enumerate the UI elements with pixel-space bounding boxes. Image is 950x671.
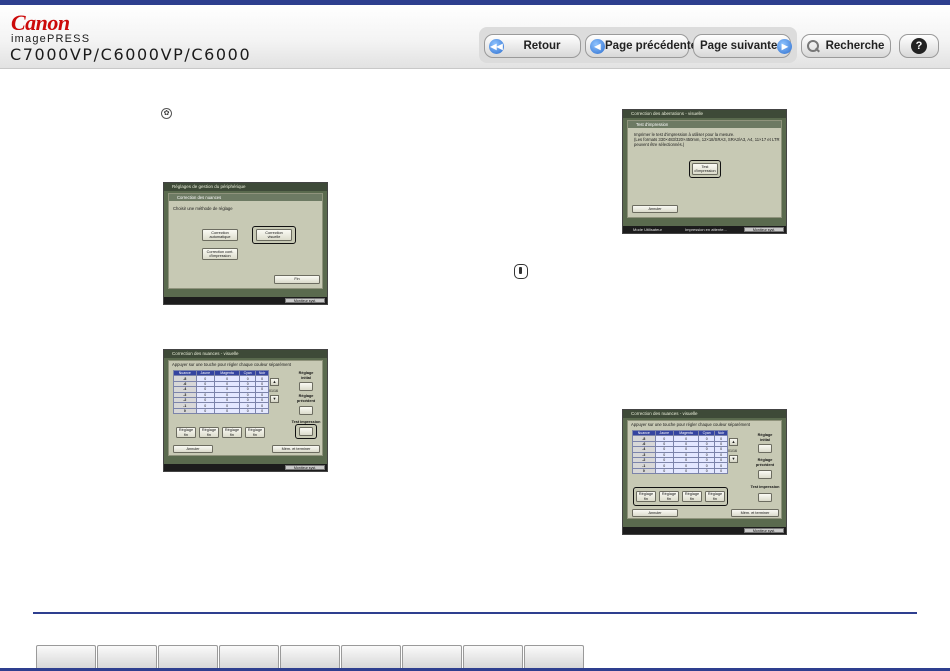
search-label: Recherche bbox=[825, 40, 885, 52]
fine-adjust-cyan-button[interactable]: Réglage fin bbox=[222, 427, 242, 438]
highlight-frame bbox=[295, 424, 317, 439]
row-label: 0 bbox=[173, 407, 197, 415]
dialog-prompt: Appuyer sur une touche pour régler chaqu… bbox=[172, 362, 291, 367]
scroll-up-button[interactable]: ▲ bbox=[270, 378, 279, 386]
status-message: Impression en attente... bbox=[685, 227, 727, 232]
magnifier-icon bbox=[806, 39, 820, 53]
right-arrow-icon: ▶ bbox=[777, 38, 793, 54]
test-print-label: Test impression bbox=[750, 485, 780, 489]
continuous-correction-button[interactable]: Correction cont. d'impression bbox=[202, 248, 238, 260]
test-print-button[interactable] bbox=[758, 493, 772, 502]
table-row: 0 0 0 0 0 bbox=[632, 467, 728, 475]
dialog-panel: Test d'impression Imprimer le test d'imp… bbox=[627, 120, 782, 218]
left-arrow-icon: ◀ bbox=[590, 38, 605, 54]
scroll-up-button[interactable]: ▲ bbox=[729, 438, 738, 446]
next-page-label: Page suivante bbox=[700, 40, 778, 52]
fine-adjust-yellow-button[interactable]: Réglage fin bbox=[176, 427, 196, 438]
chapter-tab[interactable] bbox=[97, 645, 157, 669]
previous-page-button[interactable]: ◀ Page précédente bbox=[585, 34, 697, 58]
adjustment-table: Nuance Jaune Magenta Cyan Noir -8 0 0 0 … bbox=[632, 429, 728, 475]
chapter-tab[interactable] bbox=[524, 645, 584, 669]
highlight-frame bbox=[633, 487, 728, 506]
search-button[interactable]: Recherche bbox=[801, 34, 891, 58]
chapter-tab[interactable] bbox=[36, 645, 96, 669]
footer-divider bbox=[33, 612, 917, 614]
system-monitor-button[interactable]: Moniteur syst. bbox=[285, 298, 325, 303]
system-monitor-button[interactable]: Moniteur syst. bbox=[744, 528, 784, 533]
manual-page: Canon imagePRESS C7000VP/C6000VP/C6000 ◀… bbox=[0, 0, 950, 671]
important-icon bbox=[514, 264, 528, 279]
table-cell: 0 bbox=[255, 407, 269, 415]
done-button[interactable]: Fin bbox=[274, 275, 320, 284]
row-label: 0 bbox=[632, 467, 656, 475]
screenshot-visual-correction-fine: Correction des nuances - visuelle Appuye… bbox=[622, 409, 787, 535]
previous-page-label: Page précédente bbox=[605, 40, 698, 52]
dialog-title: Test d'impression bbox=[628, 121, 781, 128]
dialog-prompt: Appuyer sur une touche pour régler chaqu… bbox=[631, 422, 750, 427]
cancel-button[interactable]: Annuler bbox=[632, 509, 678, 517]
status-mode: Mode Utilisateur bbox=[633, 227, 662, 232]
double-left-arrow-icon: ◀◀ bbox=[489, 38, 504, 54]
back-button[interactable]: ◀◀ Retour bbox=[484, 34, 581, 58]
initial-setting-label: Réglage initial bbox=[298, 371, 314, 380]
adjustment-table: Nuance Jaune Magenta Cyan Noir -8 0 0 0 … bbox=[173, 369, 269, 415]
model-names: C7000VP/C6000VP/C6000 bbox=[10, 45, 252, 64]
table-cell: 0 bbox=[672, 467, 700, 475]
chapter-tab[interactable] bbox=[463, 645, 523, 669]
screen-title: Réglages de gestion du périphérique bbox=[164, 183, 327, 191]
previous-setting-label: Réglage précédent bbox=[755, 458, 775, 467]
cancel-button[interactable]: Annuler bbox=[632, 205, 678, 213]
initial-setting-button[interactable] bbox=[758, 444, 772, 453]
table-cell: 0 bbox=[698, 467, 716, 475]
screenshot-shade-correction-menu: Réglages de gestion du périphérique Corr… bbox=[163, 182, 328, 305]
settings-note-icon: ✿ bbox=[161, 108, 172, 119]
dialog-title: Correction des nuances bbox=[169, 194, 322, 201]
help-button[interactable]: ? bbox=[899, 34, 939, 58]
product-line: imagePRESS bbox=[11, 33, 91, 45]
chapter-tab[interactable] bbox=[341, 645, 401, 669]
table-row: 0 0 0 0 0 bbox=[173, 407, 269, 415]
initial-setting-button[interactable] bbox=[299, 382, 313, 391]
table-cell: 0 bbox=[654, 467, 674, 475]
chapter-tab[interactable] bbox=[219, 645, 279, 669]
chapter-tab[interactable] bbox=[402, 645, 462, 669]
screen-title: Correction des nuances - visuelle bbox=[164, 350, 327, 358]
screen-title: Correction des nuances - visuelle bbox=[623, 410, 786, 418]
dialog-panel: Appuyer sur une touche pour régler chaqu… bbox=[627, 420, 782, 519]
system-monitor-button[interactable]: Moniteur syst. bbox=[744, 227, 784, 232]
question-mark-icon: ? bbox=[911, 38, 927, 54]
save-and-finish-button[interactable]: Mém. et terminer bbox=[731, 509, 779, 517]
scroll-down-button[interactable]: ▼ bbox=[729, 455, 738, 463]
fine-adjust-black-button[interactable]: Réglage fin bbox=[245, 427, 265, 438]
table-cell: 0 bbox=[239, 407, 257, 415]
table-cell: 0 bbox=[213, 407, 241, 415]
screenshot-test-print: Correction des aberrations - visuelle Te… bbox=[622, 109, 787, 234]
table-cell: 0 bbox=[714, 467, 728, 475]
back-label: Retour bbox=[523, 40, 561, 52]
scroll-down-button[interactable]: ▼ bbox=[270, 395, 279, 403]
highlight-frame bbox=[252, 226, 296, 244]
previous-setting-button[interactable] bbox=[758, 470, 772, 479]
previous-setting-button[interactable] bbox=[299, 406, 313, 415]
dialog-prompt: Choisir une méthode de réglage bbox=[173, 206, 233, 211]
screenshot-visual-correction: Correction des nuances - visuelle Appuye… bbox=[163, 349, 328, 472]
previous-setting-label: Réglage précédent bbox=[296, 394, 316, 403]
chapter-tab[interactable] bbox=[158, 645, 218, 669]
page-indicator: 01/16 bbox=[269, 389, 278, 393]
table-cell: 0 bbox=[195, 407, 215, 415]
dialog-panel: Appuyer sur une touche pour régler chaqu… bbox=[168, 360, 323, 456]
chapter-tab[interactable] bbox=[280, 645, 340, 669]
fine-adjust-magenta-button[interactable]: Réglage fin bbox=[199, 427, 219, 438]
system-monitor-button[interactable]: Moniteur syst. bbox=[285, 465, 325, 470]
dialog-panel: Correction des nuances Choisir une métho… bbox=[168, 193, 323, 289]
screen-title: Correction des aberrations - visuelle bbox=[623, 110, 786, 118]
highlight-frame bbox=[689, 160, 721, 178]
cancel-button[interactable]: Annuler bbox=[173, 445, 213, 453]
next-page-button[interactable]: Page suivante ▶ bbox=[693, 34, 793, 58]
dialog-message: Imprimer le test d'impression à utiliser… bbox=[634, 132, 780, 147]
initial-setting-label: Réglage initial bbox=[757, 433, 773, 442]
auto-correction-button[interactable]: Correction automatique bbox=[202, 229, 238, 241]
page-indicator: 01/16 bbox=[728, 449, 737, 453]
save-and-finish-button[interactable]: Mém. et terminer bbox=[272, 445, 320, 453]
